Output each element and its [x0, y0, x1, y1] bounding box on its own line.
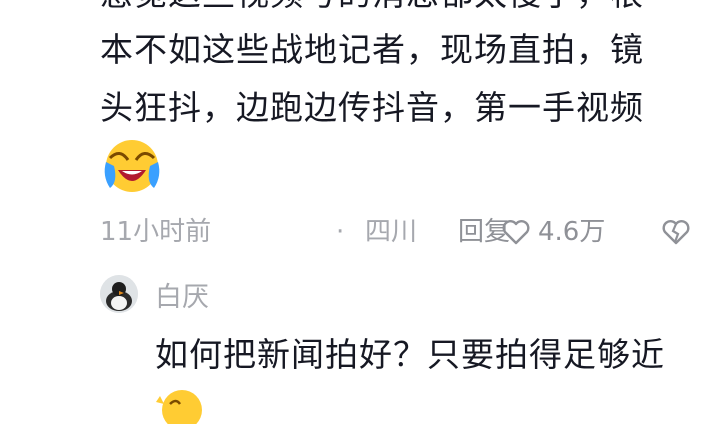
comment-location: 四川 [365, 217, 418, 247]
comment-text-line: 感觉这些视频号的消息都太慢了，根 [100, 0, 700, 18]
dislike-button[interactable] [660, 216, 692, 262]
reply-text: 如何把新闻拍好？只要拍得足够近 [155, 335, 665, 374]
meta-separator: · [336, 217, 345, 247]
comment-time: 11小时前 [100, 217, 212, 247]
broken-heart-icon [662, 220, 690, 245]
heart-outline-icon [502, 220, 530, 245]
laughing-emoji-icon [156, 390, 202, 424]
penguin-avatar-icon [100, 275, 138, 313]
laughing-crying-emoji-icon [104, 140, 160, 192]
comment-meta: 11小时前 · 四川 回复 4.6万 [100, 210, 700, 254]
reply-username[interactable]: 白厌 [155, 278, 209, 318]
like-button[interactable]: 4.6万 [500, 210, 605, 254]
comment-text-line: 本不如这些战地记者，现场直拍，镜 [100, 30, 644, 69]
avatar[interactable] [100, 275, 138, 313]
like-count: 4.6万 [538, 217, 606, 247]
comment-text-line: 头狂抖，边跑边传抖音，第一手视频 [100, 88, 644, 127]
